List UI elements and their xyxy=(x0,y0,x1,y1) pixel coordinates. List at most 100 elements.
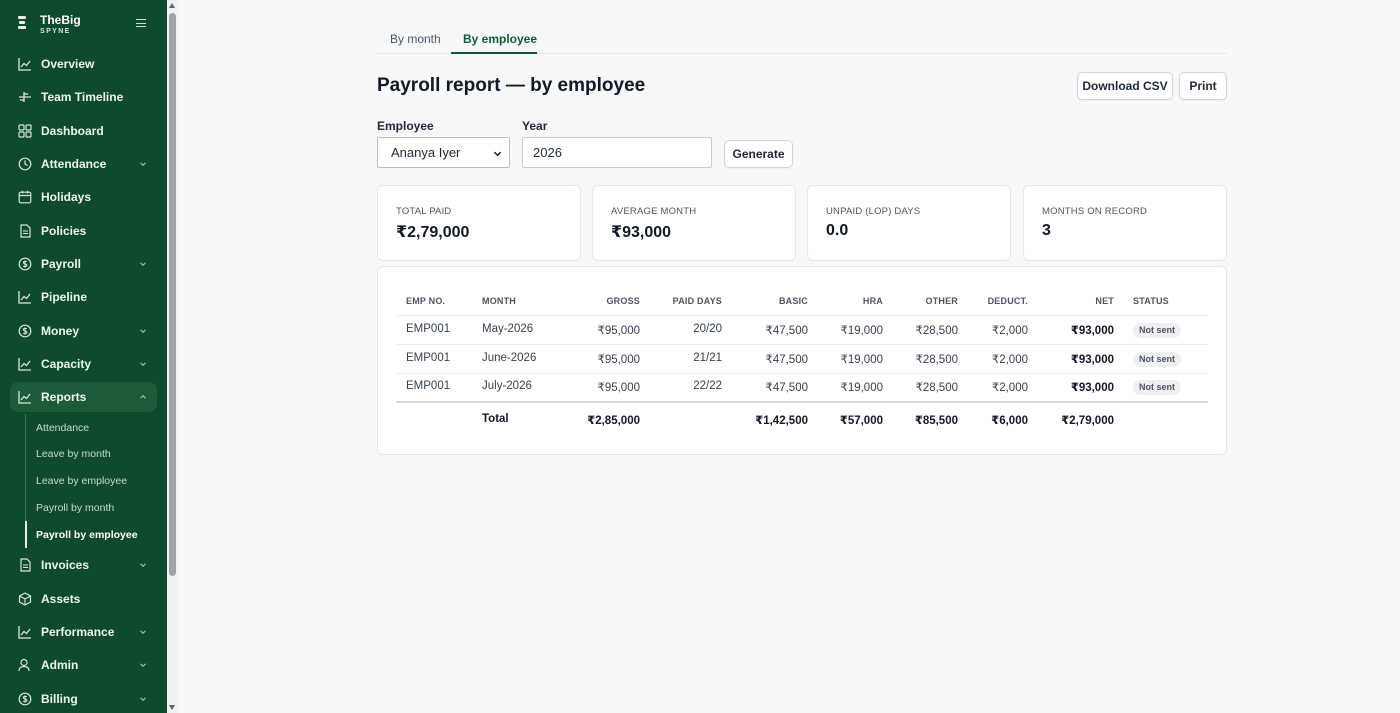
total-net: ₹2,79,000 xyxy=(1061,415,1114,427)
row-divider xyxy=(396,344,1208,345)
generate-button[interactable]: Generate xyxy=(724,140,793,168)
chevron-down-icon xyxy=(139,327,147,335)
coin-icon xyxy=(18,324,32,338)
sidebar-item-label: Performance xyxy=(41,625,115,639)
cell-gross: ₹95,000 xyxy=(597,354,641,366)
chevron-down-icon xyxy=(139,661,147,669)
cell-deduct: ₹2,000 xyxy=(991,325,1028,337)
stat-label: TOTAL PAID xyxy=(396,206,452,217)
cell-gross: ₹95,000 xyxy=(597,382,641,394)
cell-net: ₹93,000 xyxy=(1070,354,1114,366)
sidebar-item-payroll[interactable]: Payroll xyxy=(10,249,157,279)
chevron-up-icon xyxy=(139,393,147,401)
subnav-item-leave-by-employee[interactable]: Leave by employee xyxy=(36,475,127,487)
scroll-up-icon[interactable] xyxy=(169,3,175,8)
cell-month: July-2026 xyxy=(482,380,532,392)
cell-gross: ₹95,000 xyxy=(597,325,641,337)
download-csv-button[interactable]: Download CSV xyxy=(1077,72,1173,100)
sidebar-item-assets[interactable]: Assets xyxy=(10,584,157,614)
sidebar-item-label: Reports xyxy=(41,390,87,404)
subnav-item-payroll-by-month[interactable]: Payroll by month xyxy=(36,502,114,514)
total-label: Total xyxy=(482,413,509,425)
scroll-thumb[interactable] xyxy=(169,13,176,576)
clock-icon xyxy=(18,157,32,171)
year-input[interactable] xyxy=(522,137,712,168)
cell-month: May-2026 xyxy=(482,323,534,335)
sidebar-item-billing[interactable]: Billing xyxy=(10,684,157,713)
cell-deduct: ₹2,000 xyxy=(991,354,1028,366)
sidebar-item-pipeline[interactable]: Pipeline xyxy=(10,282,157,312)
document-icon xyxy=(18,558,32,572)
cell-hra: ₹19,000 xyxy=(840,354,884,366)
sidebar-item-admin[interactable]: Admin xyxy=(10,650,157,680)
sidebar-item-label: Dashboard xyxy=(41,124,104,138)
chevron-down-icon xyxy=(139,628,147,636)
sidebar-item-invoices[interactable]: Invoices xyxy=(10,550,157,580)
sidebar-item-label: Invoices xyxy=(41,558,90,572)
menu-toggle-icon[interactable] xyxy=(136,19,146,27)
sidebar-item-attendance[interactable]: Attendance xyxy=(10,149,157,179)
chevron-down-icon xyxy=(139,695,147,703)
sidebar-item-capacity[interactable]: Capacity xyxy=(10,349,157,379)
employee-select[interactable]: Ananya Iyer xyxy=(377,137,510,168)
calendar-icon xyxy=(18,190,32,204)
status-badge: Not sent xyxy=(1133,323,1181,338)
row-divider xyxy=(396,373,1208,374)
cell-other: ₹28,500 xyxy=(915,325,959,337)
subnav-item-payroll-by-employee[interactable]: Payroll by employee xyxy=(36,529,138,541)
stat-value: 3 xyxy=(1042,222,1051,239)
stat-label: AVERAGE MONTH xyxy=(611,206,697,217)
tab-by-employee[interactable]: By employee xyxy=(463,32,537,46)
cell-hra: ₹19,000 xyxy=(840,325,884,337)
stat-label: MONTHS ON RECORD xyxy=(1042,206,1148,217)
employee-select-value: Ananya Iyer xyxy=(391,145,461,160)
cell-paid-days: 20/20 xyxy=(693,323,722,335)
sidebar-item-holidays[interactable]: Holidays xyxy=(10,182,157,212)
status-badge: Not sent xyxy=(1133,352,1181,367)
scroll-down-icon[interactable] xyxy=(169,705,175,710)
coin-icon xyxy=(18,692,32,706)
sidebar-item-label: Pipeline xyxy=(41,290,88,304)
cell-hra: ₹19,000 xyxy=(840,382,884,394)
document-icon xyxy=(18,224,32,238)
subnav-item-attendance[interactable]: Attendance xyxy=(36,422,89,434)
sidebar-scrollbar[interactable] xyxy=(167,0,178,713)
col-header-other: OTHER xyxy=(925,296,958,306)
chevron-down-icon xyxy=(139,160,147,168)
chart-line-icon xyxy=(18,390,32,404)
header-divider xyxy=(396,315,1208,316)
sidebar: TheBig SPYNE Overview Team Timeline Dashbo… xyxy=(0,0,167,713)
sidebar-item-team-timeline[interactable]: Team Timeline xyxy=(10,82,157,112)
tab-by-month[interactable]: By month xyxy=(390,32,441,46)
page-title: Payroll report — by employee xyxy=(377,75,646,96)
col-header-gross: GROSS xyxy=(606,296,640,306)
sidebar-item-overview[interactable]: Overview xyxy=(10,49,157,79)
stat-card-average-month: AVERAGE MONTH ₹93,000 xyxy=(592,185,796,261)
col-header-emp-no: EMP NO. xyxy=(406,296,446,306)
cell-basic: ₹47,500 xyxy=(765,354,809,366)
year-label: Year xyxy=(522,119,548,133)
sidebar-item-performance[interactable]: Performance xyxy=(10,617,157,647)
col-header-status: STATUS xyxy=(1133,296,1169,306)
cell-emp-no: EMP001 xyxy=(406,352,451,364)
sidebar-item-dashboard[interactable]: Dashboard xyxy=(10,116,157,146)
print-button[interactable]: Print xyxy=(1179,72,1227,100)
cell-month: June-2026 xyxy=(482,352,537,364)
sidebar-item-money[interactable]: Money xyxy=(10,316,157,346)
sidebar-item-label: Team Timeline xyxy=(41,90,124,104)
total-hra: ₹57,000 xyxy=(839,415,883,427)
status-badge: Not sent xyxy=(1133,380,1181,395)
chevron-down-icon xyxy=(139,260,147,268)
sidebar-item-label: Overview xyxy=(41,57,95,71)
brand: TheBig SPYNE xyxy=(16,12,156,40)
sidebar-item-label: Admin xyxy=(41,658,79,672)
col-header-paid-days: PAID DAYS xyxy=(672,296,722,306)
sidebar-item-reports[interactable]: Reports xyxy=(10,382,157,412)
col-header-deduct: DEDUCT. xyxy=(987,296,1028,306)
sidebar-item-policies[interactable]: Policies xyxy=(10,216,157,246)
chart-line-icon xyxy=(18,290,32,304)
cell-paid-days: 22/22 xyxy=(693,380,722,392)
total-gross: ₹2,85,000 xyxy=(587,415,640,427)
subnav-item-leave-by-month[interactable]: Leave by month xyxy=(36,448,111,460)
total-other: ₹85,500 xyxy=(914,415,958,427)
